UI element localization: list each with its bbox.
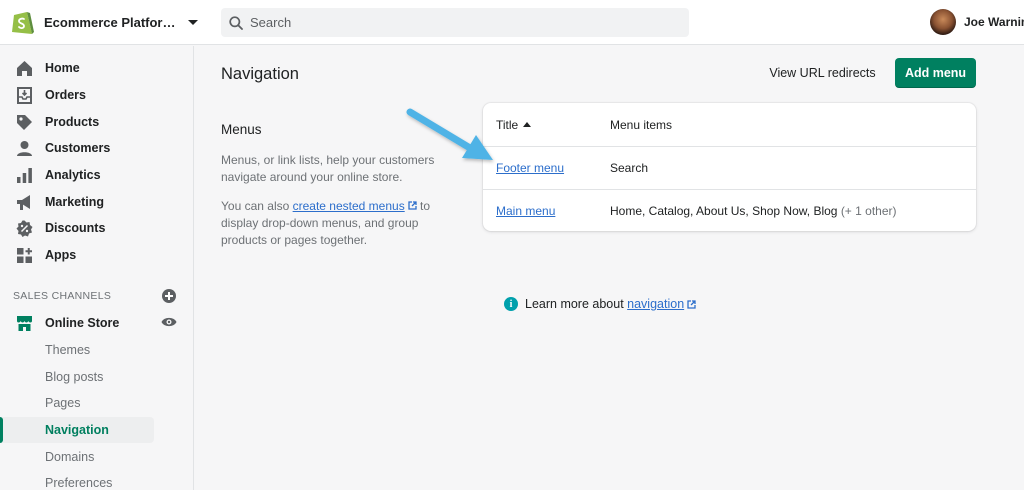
learn-more-footer: i Learn more about navigation bbox=[504, 296, 696, 312]
table-row[interactable]: Main menu Home, Catalog, About Us, Shop … bbox=[483, 189, 976, 232]
bar-chart-icon bbox=[17, 167, 32, 183]
menu-items-list: Home, Catalog, About Us, Shop Now, Blog bbox=[610, 204, 838, 218]
sidebar-subitem-label: Navigation bbox=[45, 423, 109, 437]
footer-menu-link[interactable]: Footer menu bbox=[496, 161, 564, 175]
external-link-icon bbox=[408, 201, 417, 210]
sidebar-item-customers[interactable]: Customers bbox=[0, 135, 194, 161]
navigation-help-link[interactable]: navigation bbox=[627, 297, 684, 311]
home-icon bbox=[17, 60, 32, 76]
sidebar-item-label: Home bbox=[45, 61, 80, 75]
table-row[interactable]: Footer menu Search bbox=[483, 146, 976, 189]
sidebar-item-marketing[interactable]: Marketing bbox=[0, 189, 194, 215]
page-title: Navigation bbox=[221, 65, 299, 83]
sidebar-subitem-blog-posts[interactable]: Blog posts bbox=[0, 364, 154, 390]
sidebar-item-home[interactable]: Home bbox=[0, 55, 194, 81]
sidebar-item-apps[interactable]: Apps bbox=[0, 242, 194, 268]
discount-icon bbox=[16, 220, 33, 237]
menu-items-cell: Search bbox=[610, 161, 649, 175]
search-icon bbox=[229, 15, 243, 30]
search-bar[interactable] bbox=[221, 8, 689, 37]
user-menu[interactable]: Joe Warnim bbox=[930, 9, 1024, 35]
sidebar-item-label: Analytics bbox=[45, 168, 101, 182]
menus-heading: Menus bbox=[221, 122, 262, 137]
sidebar-subitem-themes[interactable]: Themes bbox=[0, 337, 154, 363]
sidebar-subitem-label: Domains bbox=[45, 450, 95, 464]
sidebar-subitem-pages[interactable]: Pages bbox=[0, 390, 154, 416]
store-switcher[interactable]: Ecommerce Platfor… bbox=[8, 8, 198, 36]
create-nested-menus-link[interactable]: create nested menus bbox=[293, 199, 405, 213]
sidebar-item-label: Products bbox=[45, 115, 100, 129]
sidebar-subitem-label: Themes bbox=[45, 343, 91, 357]
main-menu-link[interactable]: Main menu bbox=[496, 204, 555, 218]
person-icon bbox=[17, 140, 32, 156]
table-header: Title Menu items bbox=[483, 103, 976, 146]
external-link-icon bbox=[687, 299, 696, 309]
active-indicator bbox=[0, 417, 3, 443]
sidebar-item-orders[interactable]: Orders bbox=[0, 82, 194, 108]
search-input[interactable] bbox=[250, 15, 670, 30]
sidebar-item-discounts[interactable]: Discounts bbox=[0, 215, 194, 241]
menu-items-cell: Home, Catalog, About Us, Shop Now, Blog … bbox=[610, 204, 897, 218]
sidebar-item-label: Apps bbox=[45, 248, 77, 262]
sidebar: Home Orders Products Customers Analytics… bbox=[0, 46, 194, 490]
menus-table: Title Menu items Footer menu Search Main… bbox=[483, 103, 976, 231]
eye-icon[interactable] bbox=[161, 316, 177, 328]
sidebar-item-label: Customers bbox=[45, 141, 111, 155]
sidebar-subitem-label: Pages bbox=[45, 396, 81, 410]
menus-description: Menus, or link lists, help your customer… bbox=[221, 153, 435, 184]
menu-items-column-header: Menu items bbox=[610, 117, 673, 132]
nested-menus-description: You can also create nested menus to disp… bbox=[221, 198, 446, 249]
sidebar-item-label: Discounts bbox=[45, 221, 106, 235]
sidebar-item-analytics[interactable]: Analytics bbox=[0, 162, 194, 188]
sidebar-item-label: Marketing bbox=[45, 195, 105, 209]
avatar bbox=[930, 9, 956, 35]
sidebar-subitem-domains[interactable]: Domains bbox=[0, 444, 154, 470]
chevron-down-icon bbox=[187, 19, 198, 25]
apps-icon bbox=[17, 247, 32, 263]
top-bar: Ecommerce Platfor… Joe Warnim bbox=[0, 0, 1024, 45]
sidebar-subitem-navigation[interactable]: Navigation bbox=[0, 417, 154, 443]
sidebar-item-label: Orders bbox=[45, 88, 86, 102]
user-name: Joe Warnim bbox=[964, 15, 1024, 29]
add-sales-channel-button[interactable] bbox=[162, 289, 176, 303]
sales-channels-heading: SALES CHANNELS bbox=[13, 290, 112, 302]
nested-prefix: You can also bbox=[221, 199, 293, 213]
add-menu-button[interactable]: Add menu bbox=[895, 58, 976, 88]
info-icon: i bbox=[504, 297, 518, 311]
view-url-redirects-button[interactable]: View URL redirects bbox=[760, 58, 885, 88]
megaphone-icon bbox=[17, 194, 30, 210]
title-header-label: Title bbox=[496, 117, 519, 132]
sidebar-item-products[interactable]: Products bbox=[0, 109, 194, 135]
sort-ascending-icon bbox=[523, 121, 532, 127]
shopify-logo bbox=[12, 12, 34, 34]
tag-icon bbox=[17, 114, 32, 130]
store-name: Ecommerce Platfor… bbox=[44, 14, 176, 30]
more-items-count: (+ 1 other) bbox=[840, 204, 897, 218]
sidebar-subitem-preferences[interactable]: Preferences bbox=[0, 470, 154, 490]
learn-more-text: Learn more about bbox=[525, 297, 628, 311]
title-column-header[interactable]: Title bbox=[496, 117, 532, 132]
sidebar-subitem-label: Blog posts bbox=[45, 370, 104, 384]
sidebar-item-label: Online Store bbox=[45, 316, 120, 330]
sidebar-subitem-label: Preferences bbox=[45, 476, 113, 490]
store-icon bbox=[17, 315, 32, 331]
orders-icon bbox=[17, 86, 32, 104]
